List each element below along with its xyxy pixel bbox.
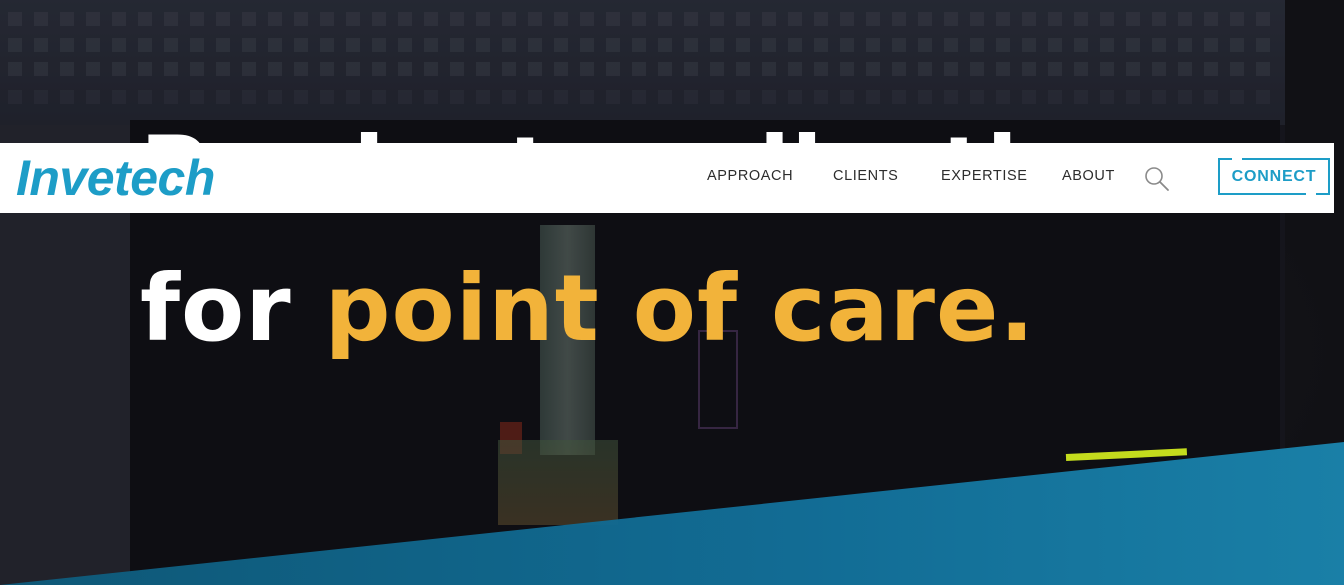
nav-expertise[interactable]: EXPERTISE bbox=[941, 168, 1028, 184]
nav-clients[interactable]: CLIENTS bbox=[833, 168, 898, 184]
site-header: Invetech APPROACH CLIENTS EXPERTISE ABOU… bbox=[0, 143, 1334, 213]
connect-button[interactable]: CONNECT bbox=[1218, 158, 1330, 195]
hero-line-2: for point of care. bbox=[140, 240, 1150, 378]
hero-line-2-gold: point of care. bbox=[324, 255, 1036, 362]
invetech-logo[interactable]: Invetech bbox=[16, 149, 215, 207]
search-icon[interactable] bbox=[1143, 165, 1171, 193]
hero-line-2-white: for bbox=[140, 255, 325, 362]
nav-approach[interactable]: APPROACH bbox=[707, 168, 793, 184]
nav-about[interactable]: ABOUT bbox=[1062, 168, 1115, 184]
